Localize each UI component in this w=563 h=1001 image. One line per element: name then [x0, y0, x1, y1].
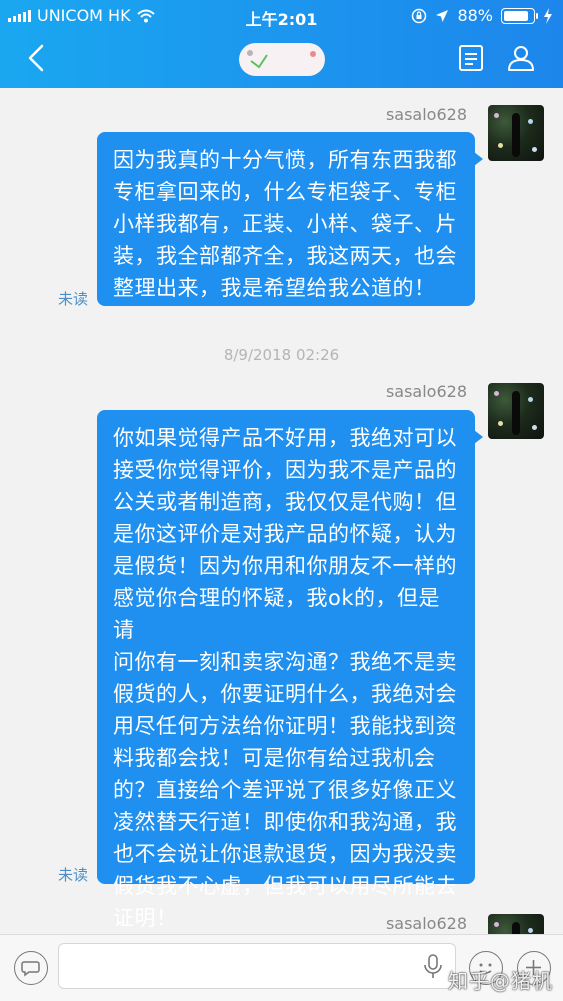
- message-line: 料我都会找！可是你有给过我机会: [113, 746, 436, 770]
- avatar[interactable]: [488, 105, 544, 161]
- message-input-field[interactable]: [58, 943, 456, 990]
- message-bubble[interactable]: 你如果觉得产品不好用，我绝对可以 接受你觉得评价，因为我不是产品的 公关或者制造…: [97, 410, 483, 930]
- chat-bubble-icon[interactable]: [14, 951, 48, 985]
- message-line: 专柜拿回来的，什么专柜袋子、专柜: [113, 180, 457, 204]
- orientation-lock-icon: [412, 8, 427, 23]
- sender-name: sasalo628: [385, 914, 467, 933]
- message-line: 装，我全部都齐全，我这两天，也会: [113, 244, 457, 268]
- message-line: 因为我真的十分气愤，所有东西我都: [113, 148, 457, 172]
- message-line: 假货我不心虚，但我可以用尽所能去: [113, 874, 457, 898]
- message-line: 是假货！因为你用和你朋友不一样的: [113, 554, 457, 578]
- unread-status: 未读: [58, 866, 89, 884]
- message-line: 假货的人，你要证明什么，我绝对会: [113, 682, 457, 706]
- contact-name-redacted: [239, 43, 325, 76]
- document-icon[interactable]: [456, 43, 486, 73]
- person-icon[interactable]: [506, 43, 536, 73]
- message-line: 小样我都有，正装、小样、袋子、片: [113, 212, 457, 236]
- charging-icon: [544, 7, 552, 24]
- unread-status: 未读: [58, 290, 89, 308]
- top-bar: UNICOM HK 上午2:01 88%: [0, 0, 563, 88]
- message-line: 公关或者制造商，我仅仅是代购！但: [113, 490, 457, 514]
- navigation-bar: [0, 32, 563, 88]
- message-line: 你如果觉得产品不好用，我绝对可以: [113, 426, 457, 450]
- status-bar: UNICOM HK 上午2:01 88%: [0, 0, 563, 32]
- timestamp: 8/9/2018 02:26: [223, 346, 340, 364]
- microphone-icon[interactable]: [421, 954, 445, 980]
- message-line: 凌然替天行道！即使你和我沟通，我: [113, 810, 457, 834]
- message-line: 的？直接给个差评说了很多好像正义: [113, 778, 457, 802]
- battery-percent: 88%: [457, 6, 493, 25]
- battery-icon: [501, 7, 538, 24]
- message-bubble[interactable]: 因为我真的十分气愤，所有东西我都 专柜拿回来的，什么专柜袋子、专柜 小样我都有，…: [97, 132, 483, 306]
- message-line: 用尽任何方法给你证明！我能找到资: [113, 714, 457, 738]
- watermark: 知乎@猪机: [448, 969, 553, 993]
- message-input[interactable]: [69, 944, 413, 990]
- message-line: 感觉你合理的怀疑，我ok的，但是请: [113, 586, 441, 642]
- avatar[interactable]: [488, 914, 544, 934]
- sender-name: sasalo628: [385, 382, 467, 401]
- message-line: 也不会说让你退款退货，因为我没卖: [113, 842, 457, 866]
- message-line: 接受你觉得评价，因为我不是产品的: [113, 458, 457, 482]
- input-bar: 知乎@猪机: [0, 934, 563, 1001]
- location-icon: [436, 9, 449, 22]
- chevron-left-icon[interactable]: [22, 42, 54, 74]
- chat-area[interactable]: sasalo628 因为我真的十分气愤，所有东西我都 专柜拿回来的，什么专柜袋子…: [0, 88, 563, 934]
- message-line: 是你这评价是对我产品的怀疑，认为: [113, 522, 457, 546]
- message-line: 整理出来，我是希望给我公道的！: [113, 276, 436, 300]
- message-line: 问你有一刻和卖家沟通？我绝不是卖: [113, 650, 457, 674]
- redaction-scribble: [247, 50, 316, 69]
- avatar[interactable]: [488, 383, 544, 439]
- sender-name: sasalo628: [385, 105, 467, 124]
